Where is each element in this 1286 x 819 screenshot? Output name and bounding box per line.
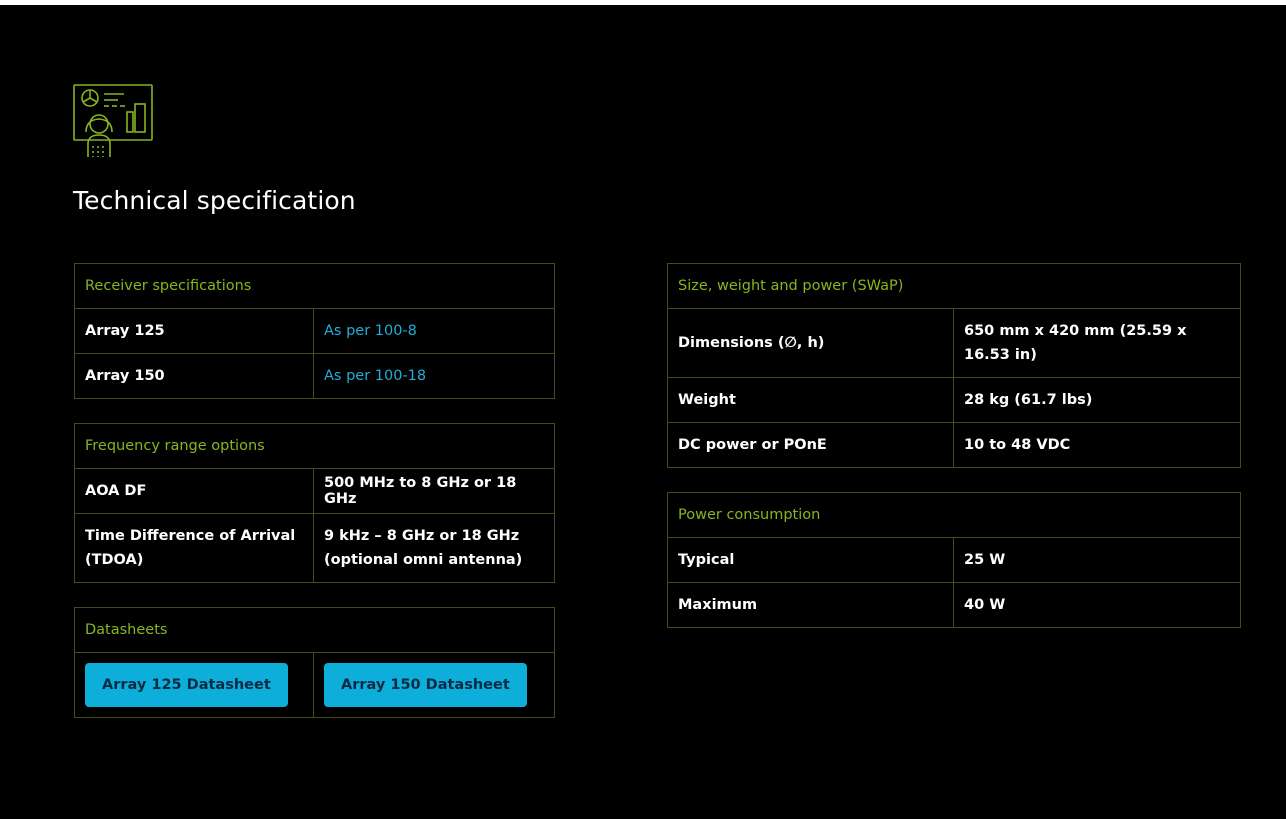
spec-label: Array 125	[74, 308, 314, 354]
table-row: Maximum 40 W	[667, 582, 1241, 628]
spec-value: 28 kg (61.7 lbs)	[952, 377, 1242, 423]
spec-value-link[interactable]: As per 100-18	[313, 353, 555, 399]
monitoring-operator-icon	[73, 84, 153, 157]
spec-label: Array 150	[74, 353, 314, 399]
array-125-datasheet-button[interactable]: Array 125 Datasheet	[85, 663, 288, 707]
spec-label: Time Difference of Arrival (TDOA)	[74, 513, 314, 583]
table-row: Typical 25 W	[667, 537, 1241, 583]
table-row: Array 125 As per 100-8	[74, 308, 555, 354]
spec-label: Maximum	[667, 582, 954, 628]
spec-label: DC power or POnE	[667, 422, 954, 468]
spec-value: 25 W	[953, 537, 1241, 583]
receiver-specifications-table: Receiver specifications Array 125 As per…	[74, 263, 555, 399]
table-row: AOA DF 500 MHz to 8 GHz or 18 GHz	[74, 468, 556, 514]
spec-value-link[interactable]: As per 100-8	[313, 308, 555, 354]
table-row: Array 150 As per 100-18	[74, 353, 555, 399]
top-border	[0, 0, 1286, 5]
datasheets-heading: Datasheets	[73, 607, 556, 653]
datasheet-cell: Array 125 Datasheet	[74, 652, 314, 718]
frequency-range-table: Frequency range options AOA DF 500 MHz t…	[73, 423, 556, 583]
table-row: Time Difference of Arrival (TDOA) 9 kHz …	[74, 513, 556, 583]
spec-value: 500 MHz to 8 GHz or 18 GHz	[312, 468, 556, 514]
spec-label: Dimensions (∅, h)	[667, 308, 954, 378]
spec-value: 10 to 48 VDC	[952, 422, 1242, 468]
page-title: Technical specification	[73, 186, 356, 215]
table-row: Weight 28 kg (61.7 lbs)	[667, 377, 1242, 423]
power-consumption-heading: Power consumption	[667, 492, 1241, 538]
array-150-datasheet-button[interactable]: Array 150 Datasheet	[324, 663, 527, 707]
datasheets-table: Datasheets Array 125 Datasheet Array 150…	[73, 607, 556, 718]
table-row: DC power or POnE 10 to 48 VDC	[667, 422, 1242, 468]
spec-label: Typical	[667, 537, 954, 583]
power-consumption-table: Power consumption Typical 25 W Maximum 4…	[667, 492, 1241, 628]
table-row: Array 125 Datasheet Array 150 Datasheet	[74, 652, 556, 718]
datasheet-cell: Array 150 Datasheet	[312, 652, 556, 718]
spec-label: AOA DF	[74, 468, 314, 514]
spec-value: 9 kHz – 8 GHz or 18 GHz (optional omni a…	[312, 513, 556, 583]
spec-label: Weight	[667, 377, 954, 423]
table-row: Dimensions (∅, h) 650 mm x 420 mm (25.59…	[667, 308, 1242, 378]
swap-heading: Size, weight and power (SWaP)	[666, 263, 1242, 309]
frequency-range-heading: Frequency range options	[73, 423, 556, 469]
spec-value: 40 W	[953, 582, 1241, 628]
receiver-specifications-heading: Receiver specifications	[74, 263, 555, 309]
spec-value: 650 mm x 420 mm (25.59 x 16.53 in)	[952, 308, 1242, 378]
swap-table: Size, weight and power (SWaP) Dimensions…	[666, 263, 1242, 468]
